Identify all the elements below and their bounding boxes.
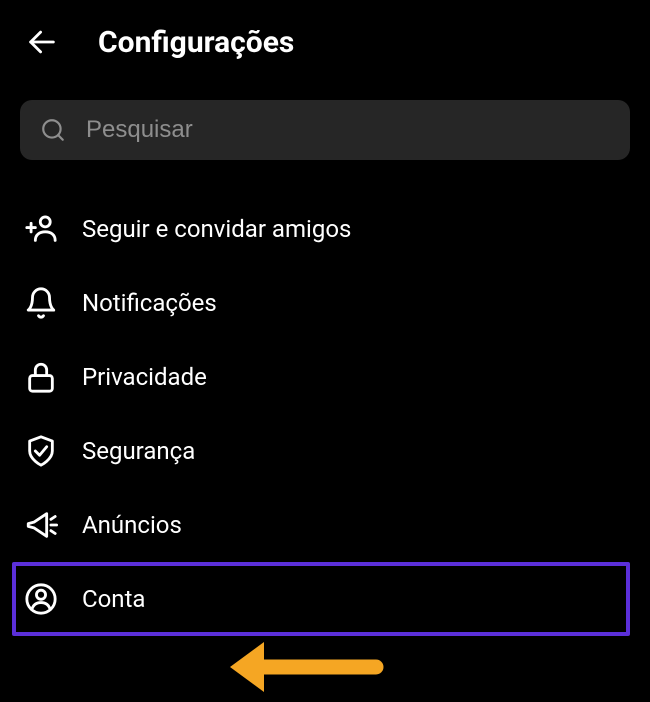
menu-item-ads[interactable]: Anúncios: [20, 488, 630, 562]
menu-item-label: Conta: [82, 585, 145, 613]
menu-item-label: Anúncios: [82, 511, 182, 539]
menu-item-privacy[interactable]: Privacidade: [20, 340, 630, 414]
menu-item-follow-invite[interactable]: Seguir e convidar amigos: [20, 192, 630, 266]
megaphone-icon: [24, 508, 58, 542]
back-button[interactable]: [24, 24, 60, 60]
menu-list: Seguir e convidar amigos Notificações Pr…: [0, 192, 650, 636]
menu-item-label: Seguir e convidar amigos: [82, 215, 351, 243]
menu-item-label: Privacidade: [82, 363, 207, 391]
menu-item-label: Notificações: [82, 289, 217, 317]
lock-icon: [24, 360, 58, 394]
arrow-left-icon: [25, 25, 59, 59]
menu-item-security[interactable]: Segurança: [20, 414, 630, 488]
bell-icon: [24, 286, 58, 320]
menu-item-account[interactable]: Conta: [12, 562, 630, 636]
menu-item-notifications[interactable]: Notificações: [20, 266, 630, 340]
header: Configurações: [0, 0, 650, 80]
add-person-icon: [24, 212, 58, 246]
search-icon: [40, 117, 66, 143]
account-icon: [24, 582, 58, 616]
page-title: Configurações: [98, 25, 294, 60]
shield-icon: [24, 434, 58, 468]
menu-item-label: Segurança: [82, 437, 195, 465]
search-bar[interactable]: [20, 100, 630, 160]
annotation-arrow-icon: [226, 632, 386, 702]
search-input[interactable]: [86, 116, 610, 144]
